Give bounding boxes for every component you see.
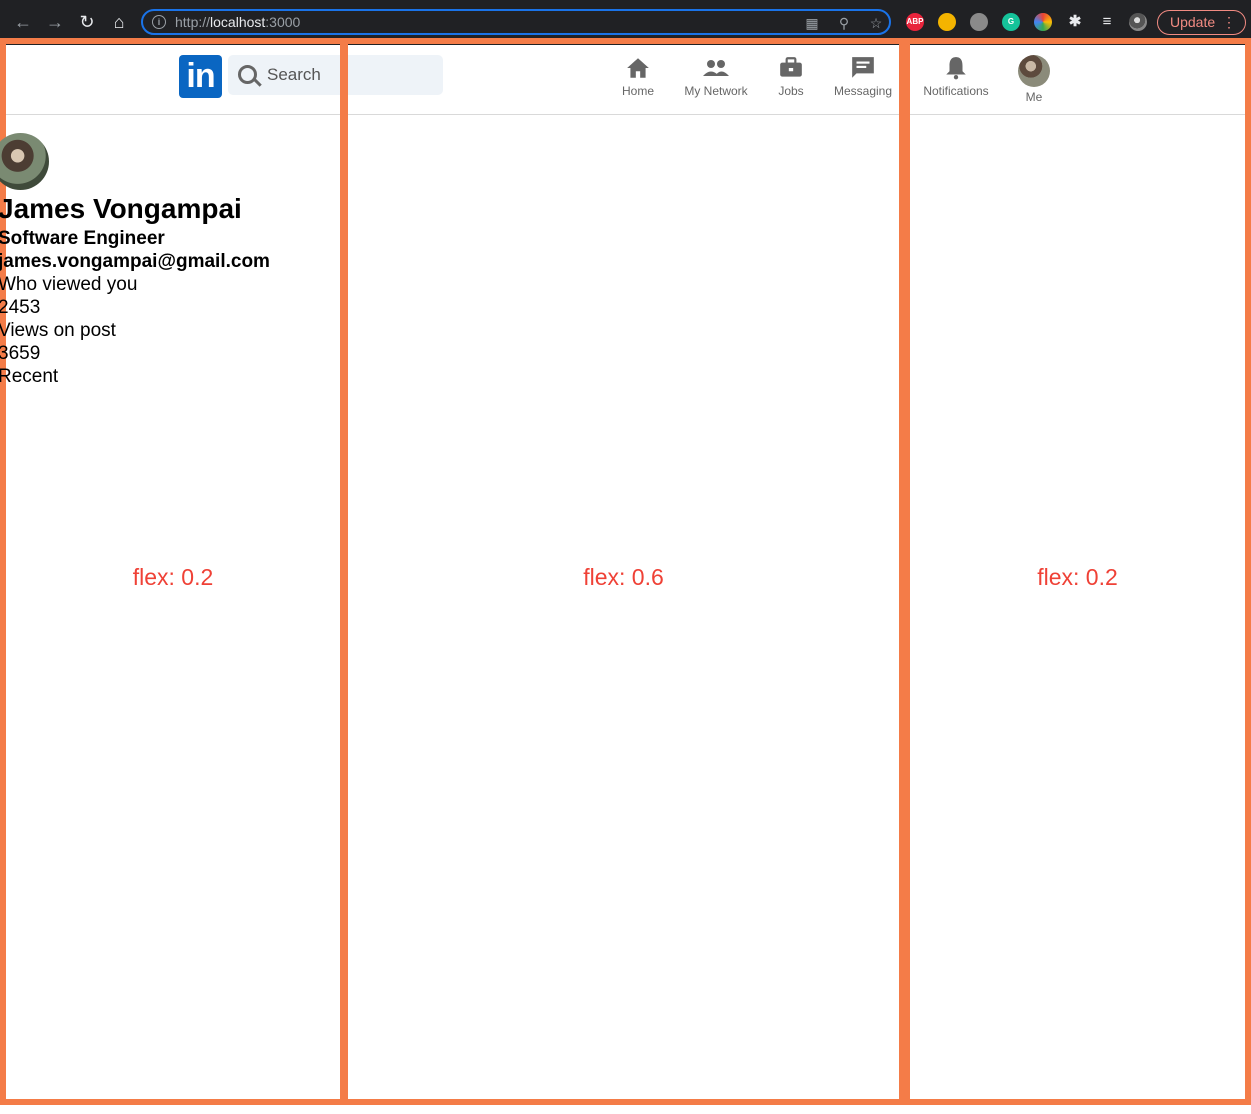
flex-label-center: flex: 0.6 xyxy=(583,564,664,590)
profile-title: Software Engineer xyxy=(0,228,165,249)
stat-label-who-viewed[interactable]: Who viewed you xyxy=(0,274,137,296)
forward-icon[interactable]: → xyxy=(44,11,66,33)
grammarly-extension-icon[interactable]: G xyxy=(1002,13,1020,31)
profile-email: james.vongampai@gmail.com xyxy=(0,251,270,272)
site-info-icon[interactable]: i xyxy=(152,15,166,29)
zoom-icon[interactable]: ⚲ xyxy=(835,14,853,32)
update-button[interactable]: Update ⋮ xyxy=(1157,10,1246,35)
adblock-extension-icon[interactable]: ABP xyxy=(906,13,924,31)
stat-value-who-viewed: 2453 xyxy=(0,297,41,318)
home-browser-icon[interactable]: ⌂ xyxy=(108,11,130,33)
bookmark-star-icon[interactable]: ☆ xyxy=(867,14,885,32)
stat-value-views-on-post: 3659 xyxy=(0,343,41,364)
widgets-column: flex: 0.2 xyxy=(904,38,1251,1105)
extension-color-icon[interactable] xyxy=(938,13,956,31)
url-text: http://localhost:3000 xyxy=(175,14,301,30)
extension-gray-icon[interactable] xyxy=(970,13,988,31)
profile-name: James Vongampai xyxy=(0,193,242,224)
media-queue-icon[interactable]: ≡ xyxy=(1098,13,1116,31)
back-icon[interactable]: ← xyxy=(12,11,34,33)
qr-code-icon[interactable]: ▦ xyxy=(803,14,821,32)
more-menu-icon[interactable]: ⋮ xyxy=(1222,11,1236,34)
flex-label-left: flex: 0.2 xyxy=(132,564,214,590)
profile-avatar-icon[interactable] xyxy=(1129,13,1147,31)
stat-label-views-on-post[interactable]: Views on post xyxy=(0,320,116,342)
colorpicker-extension-icon[interactable] xyxy=(1034,13,1052,31)
extensions-puzzle-icon[interactable]: ✱ xyxy=(1066,13,1084,31)
recent-heading: Recent xyxy=(0,366,59,387)
feed-column: flex: 0.6 xyxy=(342,38,905,1105)
reload-icon[interactable]: ↻ xyxy=(76,11,98,33)
flex-label-right: flex: 0.2 xyxy=(1037,564,1118,590)
address-bar[interactable]: i http://localhost:3000 ▦ ⚲ ☆ xyxy=(141,9,891,35)
